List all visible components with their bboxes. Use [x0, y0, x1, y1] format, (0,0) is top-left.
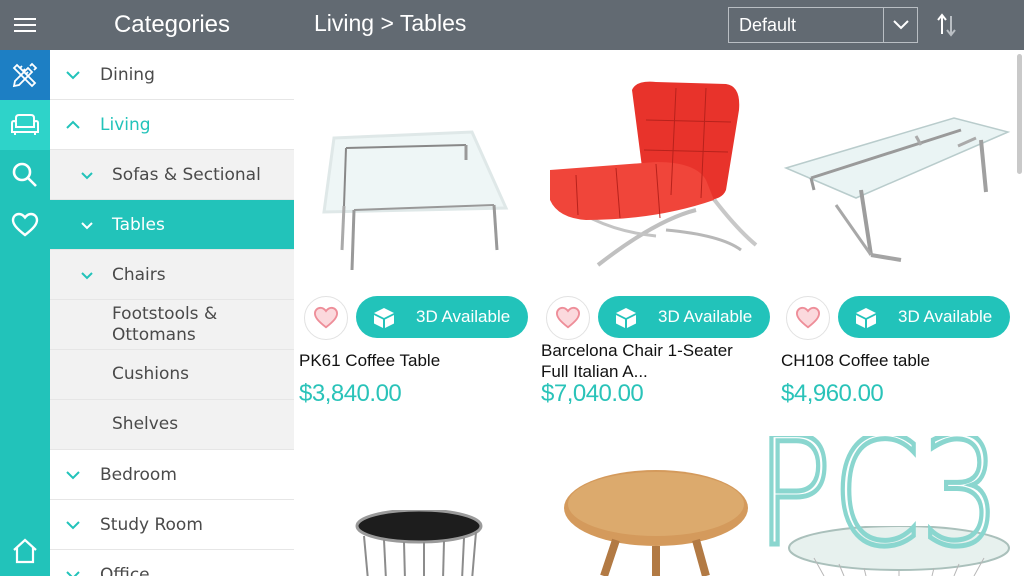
category-label-line1: Footstools &: [112, 303, 218, 324]
category-label-line2: Ottomans: [112, 324, 196, 345]
product-name[interactable]: PK61 Coffee Table: [299, 350, 531, 371]
breadcrumb: Living > Tables: [314, 10, 467, 36]
subcategory-footstools-ottomans[interactable]: Footstools & Ottomans: [50, 300, 294, 350]
category-living[interactable]: Living: [50, 100, 294, 150]
design-button[interactable]: [0, 50, 50, 100]
category-study-room[interactable]: Study Room: [50, 500, 294, 550]
subcategory-sofas-sectional[interactable]: Sofas & Sectional: [50, 150, 294, 200]
product-name[interactable]: CH108 Coffee table: [781, 350, 1013, 371]
chevron-down-icon: [66, 471, 80, 480]
catalog-button[interactable]: [0, 100, 50, 150]
category-dining[interactable]: Dining: [50, 50, 294, 100]
sort-order-icon[interactable]: [934, 12, 960, 38]
scrollbar-thumb[interactable]: [1017, 54, 1022, 174]
search-button[interactable]: [0, 150, 50, 200]
categories-title: Categories: [113, 11, 231, 38]
chevron-down-icon: [66, 71, 80, 80]
heart-icon: [795, 306, 821, 329]
category-label: Office: [100, 564, 150, 576]
3d-available-label: 3D Available: [658, 307, 753, 326]
sort-dropdown[interactable]: Default: [728, 7, 918, 43]
product-name-line1: Barcelona Chair 1-Seater: [541, 341, 733, 360]
category-label: Shelves: [112, 414, 179, 434]
chevron-down-icon: [81, 222, 93, 230]
chevron-down-icon: [66, 521, 80, 530]
category-bedroom[interactable]: Bedroom: [50, 450, 294, 500]
chevron-down-icon: [892, 20, 909, 30]
product-name[interactable]: Barcelona Chair 1-Seater Full Italian A.…: [541, 340, 773, 382]
subcategory-tables[interactable]: Tables: [50, 200, 294, 250]
3d-available-label: 3D Available: [416, 307, 511, 326]
category-label: Chairs: [112, 264, 166, 285]
category-label: Tables: [112, 214, 165, 235]
heart-icon: [11, 212, 39, 237]
product-image-glass-side-table[interactable]: [784, 526, 1014, 576]
subcategory-shelves[interactable]: Shelves: [50, 400, 294, 450]
product-price: $4,960.00: [781, 380, 884, 407]
category-label: Footstools & Ottomans: [112, 304, 217, 346]
home-button[interactable]: [0, 526, 50, 576]
menu-button[interactable]: [0, 0, 50, 50]
favorite-button[interactable]: [546, 296, 590, 340]
category-office[interactable]: Office: [50, 550, 294, 576]
category-label: Cushions: [112, 364, 190, 384]
sort-selected-value: Default: [739, 15, 797, 35]
cube-icon: [374, 308, 394, 328]
3d-available-button[interactable]: 3D Available: [838, 296, 1010, 338]
product-image-wooden-round-table[interactable]: [556, 468, 756, 576]
subcategory-chairs[interactable]: Chairs: [50, 250, 294, 300]
product-price: $7,040.00: [541, 380, 644, 407]
heart-icon: [555, 306, 581, 329]
category-label: Dining: [100, 64, 155, 85]
category-label: Sofas & Sectional: [112, 164, 261, 185]
cube-icon: [856, 308, 876, 328]
category-label: Living: [100, 114, 151, 135]
heart-icon: [313, 306, 339, 329]
top-bar: Living > Tables Default: [294, 0, 1024, 50]
categories-header: Categories: [50, 0, 294, 50]
search-icon: [12, 162, 37, 187]
product-image-glass-table[interactable]: [294, 50, 534, 280]
chevron-up-icon: [66, 120, 80, 129]
3d-available-button[interactable]: 3D Available: [598, 296, 770, 338]
chevron-down-icon: [81, 272, 93, 280]
3d-available-button[interactable]: 3D Available: [356, 296, 528, 338]
3d-available-label: 3D Available: [898, 307, 993, 326]
product-grid: 3D Available PK61 Coffee Table $3,840.00: [294, 50, 1016, 576]
favorite-button[interactable]: [304, 296, 348, 340]
product-image-red-chair[interactable]: [536, 50, 776, 280]
home-icon: [13, 538, 37, 564]
category-label: Bedroom: [100, 464, 177, 485]
chevron-down-icon: [81, 172, 93, 180]
product-image-black-round-table[interactable]: [324, 510, 514, 576]
subcategory-cushions[interactable]: Cushions: [50, 350, 294, 400]
dropdown-toggle[interactable]: [883, 8, 917, 42]
category-list: Dining Living Sofas & Sectional Tables C…: [50, 50, 294, 576]
favorite-button[interactable]: [786, 296, 830, 340]
hamburger-icon: [14, 18, 36, 32]
sofa-icon: [11, 114, 39, 135]
product-scrollbar[interactable]: [1016, 50, 1024, 576]
product-price: $3,840.00: [299, 380, 402, 407]
icon-rail: [0, 0, 50, 576]
product-image-glass-coffee-table[interactable]: [776, 50, 1016, 280]
category-label: Study Room: [100, 514, 203, 535]
favorites-button[interactable]: [0, 200, 50, 250]
cube-icon: [616, 308, 636, 328]
product-name-line2: Full Italian A...: [541, 362, 648, 381]
pencil-ruler-icon: [12, 62, 38, 88]
chevron-down-icon: [66, 571, 80, 576]
